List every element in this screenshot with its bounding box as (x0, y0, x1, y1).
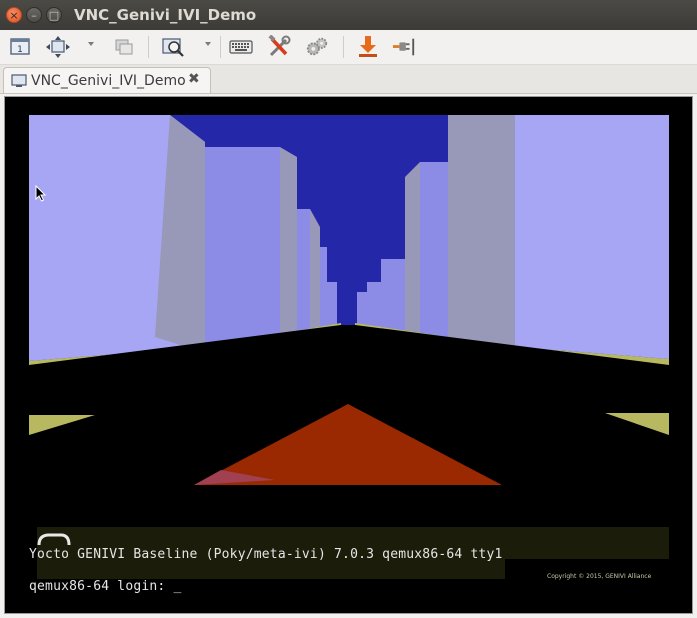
download-icon (359, 36, 377, 57)
remote-desktop-icon (11, 74, 27, 87)
building-left-3 (297, 209, 310, 334)
tab-close-button[interactable]: ✖ (188, 71, 200, 87)
settings-button[interactable] (305, 35, 329, 59)
move-dropdown-arrow[interactable] (88, 42, 94, 46)
tools-button[interactable] (267, 35, 291, 59)
building-left-2-side (280, 147, 297, 337)
tab-bar-button[interactable]: 1 (8, 35, 32, 59)
maximize-window-button[interactable]: □ (46, 7, 62, 23)
minimize-window-button[interactable]: – (26, 7, 42, 23)
maximize-icon: □ (48, 9, 60, 22)
building-right-3 (381, 259, 405, 335)
building-left-5 (327, 282, 337, 327)
move-icon (46, 36, 70, 58)
login-prompt[interactable]: qemux86-64 login: _ (29, 579, 182, 594)
window-title: VNC_Genivi_IVI_Demo (74, 6, 257, 24)
toolbar-separator (148, 36, 149, 58)
keyboard-button[interactable] (229, 35, 253, 59)
disconnect-button[interactable] (392, 35, 416, 59)
building-left-2 (205, 147, 280, 347)
windows-icon (115, 39, 133, 55)
zoom-button[interactable] (162, 35, 186, 59)
download-button[interactable] (356, 35, 380, 59)
svg-text:1: 1 (17, 45, 23, 55)
toolbar: 1 (0, 30, 697, 65)
mouse-pointer-icon (35, 185, 47, 202)
building-right-front (515, 115, 669, 359)
toolbar-separator (343, 36, 344, 58)
disconnect-plug-icon (392, 38, 415, 56)
title-bar: × – □ VNC_Genivi_IVI_Demo (0, 0, 697, 30)
toolbar-separator (220, 36, 221, 58)
building-right-4 (367, 282, 381, 331)
minimize-icon: – (31, 9, 37, 22)
tab-label: VNC_Genivi_IVI_Demo (31, 73, 186, 89)
building-right-2-side (405, 162, 420, 337)
building-left-3-side (310, 209, 320, 331)
vnc-remote-screen[interactable]: Yocto GENIVI Baseline (Poky/meta-ivi) 7.… (4, 96, 693, 614)
building-right-2 (420, 162, 448, 340)
keyboard-icon (229, 40, 253, 54)
building-left-4 (320, 247, 327, 329)
building-right-5 (357, 292, 367, 329)
zoom-icon (162, 38, 184, 57)
close-window-button[interactable]: × (6, 7, 22, 23)
console-banner: Yocto GENIVI Baseline (Poky/meta-ivi) 7.… (29, 547, 503, 562)
ivi-3d-city-scene (5, 97, 692, 613)
tab-vnc-genivi-ivi-demo[interactable]: VNC_Genivi_IVI_Demo ✖ (3, 67, 211, 93)
zoom-dropdown-arrow[interactable] (205, 42, 211, 46)
settings-gears-icon (306, 37, 328, 56)
building-right-front-side (448, 115, 515, 347)
tools-icon (268, 35, 291, 57)
windows-button[interactable] (112, 35, 136, 59)
tab-bar: VNC_Genivi_IVI_Demo ✖ (0, 65, 697, 94)
copyright-text: Copyright © 2015, GENIVI Alliance (547, 573, 652, 580)
tab-bar-icon: 1 (10, 38, 30, 55)
move-button[interactable] (46, 35, 70, 59)
close-icon: × (9, 9, 19, 22)
